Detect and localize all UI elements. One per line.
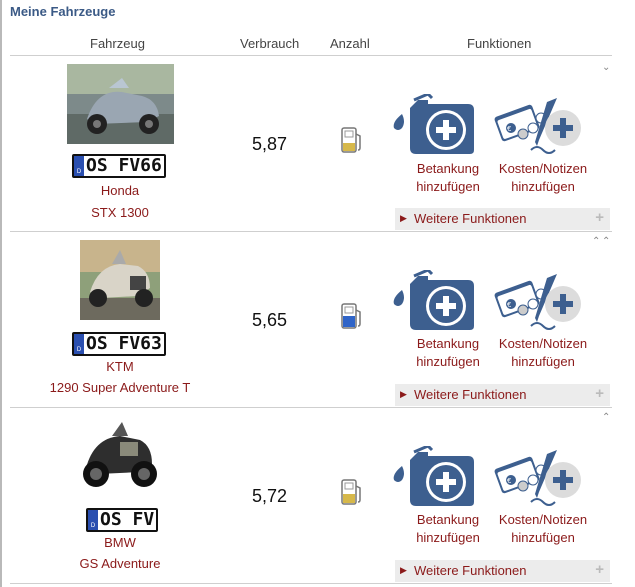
vehicle-photo-honda[interactable] [67, 64, 174, 144]
table-header: Fahrzeug Verbrauch Anzahl Funktionen [10, 36, 612, 56]
fuel-pump-icon [341, 127, 361, 153]
svg-text:€: € [507, 477, 511, 485]
more-functions-label: Weitere Funktionen [414, 211, 527, 226]
triangle-right-icon: ▶ [400, 389, 407, 399]
add-costs-notes-button[interactable]: Kosten/Notizen hinzufügen [493, 335, 593, 371]
collapse-down-chevron-icon[interactable]: ⌄ [602, 62, 610, 73]
eu-flag-icon: D [74, 334, 84, 354]
fuel-pump-icon [341, 303, 361, 329]
costs-notes-icon[interactable]: € [493, 448, 585, 515]
license-plate: D OS FV63 [72, 332, 166, 356]
vehicle-model[interactable]: GS Adventure [20, 556, 220, 571]
add-refuel-label-line2: hinzufügen [416, 530, 480, 545]
add-refuel-label-line2: hinzufügen [416, 354, 480, 369]
license-plate: D OS FV [86, 508, 159, 532]
consumption-value: 5,65 [252, 310, 288, 330]
header-consumption: Verbrauch [240, 36, 300, 51]
more-functions-label: Weitere Funktionen [414, 387, 527, 402]
plus-icon: + [595, 209, 604, 226]
svg-text:€: € [507, 301, 511, 309]
vehicle-model[interactable]: STX 1300 [20, 205, 220, 220]
add-costs-label-line1: Kosten/Notizen [498, 512, 588, 527]
more-functions-toggle[interactable]: ▶ Weitere Funktionen + [395, 384, 610, 406]
vehicle-photo-ktm[interactable] [80, 240, 160, 320]
svg-text:€: € [507, 125, 511, 133]
fuel-canister-icon[interactable] [388, 92, 476, 161]
add-refuel-button[interactable]: Betankung hinzufügen [398, 335, 498, 371]
add-costs-notes-button[interactable]: Kosten/Notizen hinzufügen [493, 511, 593, 547]
vehicle-photo-bmw[interactable] [76, 418, 162, 494]
costs-notes-icon[interactable]: € [493, 96, 585, 163]
add-refuel-button[interactable]: Betankung hinzufügen [398, 511, 498, 547]
left-border [0, 0, 2, 587]
add-refuel-label-line1: Betankung [416, 512, 480, 527]
vehicle-model[interactable]: 1290 Super Adventure T [20, 380, 220, 395]
move-up-chevron-icon[interactable]: ⌃ [602, 236, 610, 247]
move-up-chevron-icon[interactable]: ⌃ [592, 236, 600, 247]
header-functions: Funktionen [467, 36, 532, 51]
move-up-chevron-icon[interactable]: ⌃ [602, 412, 610, 423]
costs-notes-icon[interactable]: € [493, 272, 585, 339]
vehicle-row: ⌃ ⌃ D OS FV63 KTM 1290 Super Adventure T… [10, 232, 612, 408]
header-vehicle: Fahrzeug [90, 36, 145, 51]
fuel-canister-icon[interactable] [388, 268, 476, 337]
header-count: Anzahl [330, 36, 370, 51]
vehicle-row: ⌄ D OS FV66 Honda STX 1300 5,87 Betankun… [10, 56, 612, 232]
add-refuel-label-line2: hinzufügen [416, 179, 480, 194]
triangle-right-icon: ▶ [400, 213, 407, 223]
more-functions-label: Weitere Funktionen [414, 563, 527, 578]
eu-flag-icon: D [88, 510, 98, 530]
license-plate-text: OS FV66 [86, 155, 162, 176]
vehicle-make[interactable]: BMW [20, 535, 220, 550]
more-functions-toggle[interactable]: ▶ Weitere Funktionen + [395, 208, 610, 230]
vehicle-make[interactable]: Honda [20, 183, 220, 198]
plus-icon: + [595, 561, 604, 578]
fuel-pump-icon [341, 479, 361, 505]
section-title: Meine Fahrzeuge [10, 4, 116, 19]
eu-flag-icon: D [74, 156, 84, 176]
license-plate-text: OS FV63 [86, 333, 162, 354]
triangle-right-icon: ▶ [400, 565, 407, 575]
more-functions-toggle[interactable]: ▶ Weitere Funktionen + [395, 560, 610, 582]
add-refuel-button[interactable]: Betankung hinzufügen [398, 160, 498, 196]
vehicle-make[interactable]: KTM [20, 359, 220, 374]
add-refuel-label-line1: Betankung [416, 336, 480, 351]
vehicle-row: ⌃ D OS FV BMW GS Adventure 5,72 Betankun… [10, 408, 612, 584]
add-costs-label-line2: hinzufügen [511, 354, 575, 369]
add-costs-label-line1: Kosten/Notizen [498, 336, 588, 351]
fuel-canister-icon[interactable] [388, 444, 476, 513]
license-plate: D OS FV66 [72, 154, 166, 178]
consumption-value: 5,87 [252, 134, 288, 154]
plus-icon: + [595, 385, 604, 402]
add-refuel-label-line1: Betankung [416, 161, 480, 176]
add-costs-label-line2: hinzufügen [511, 179, 575, 194]
add-costs-label-line1: Kosten/Notizen [498, 161, 588, 176]
add-costs-notes-button[interactable]: Kosten/Notizen hinzufügen [493, 160, 593, 196]
add-costs-label-line2: hinzufügen [511, 530, 575, 545]
consumption-value: 5,72 [252, 486, 288, 506]
license-plate-text: OS FV [100, 509, 155, 530]
